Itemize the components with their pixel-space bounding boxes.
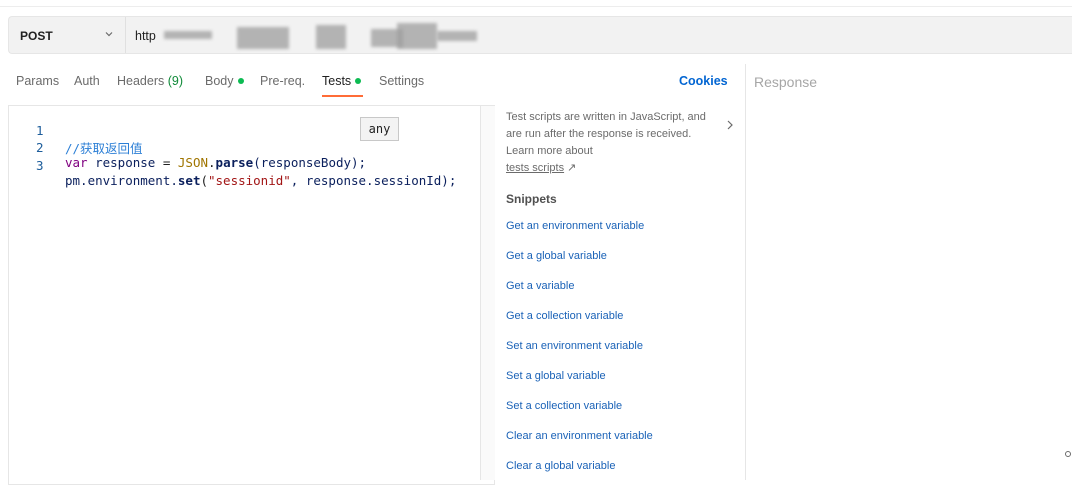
tab-label: Auth	[74, 74, 100, 88]
code-line: 3 pm.environment.set("sessionid", respon…	[0, 143, 456, 188]
tab-headers[interactable]: Headers (9)	[117, 74, 183, 88]
redacted-url	[237, 27, 289, 49]
tab-label: Params	[16, 74, 60, 88]
chevron-down-icon	[105, 32, 113, 37]
redacted-url	[397, 23, 437, 49]
headers-count: (9)	[167, 74, 184, 88]
tab-label: Pre-req.	[260, 74, 306, 88]
tests-scripts-link[interactable]: tests scripts	[506, 162, 564, 174]
line-number: 1	[36, 123, 44, 138]
snippet-link[interactable]: Get a collection variable	[506, 310, 623, 322]
code-line: 1 //获取返回值	[0, 108, 143, 156]
pane-divider[interactable]	[745, 64, 746, 480]
active-tab-indicator	[322, 95, 363, 97]
tab-label: Headers	[117, 74, 165, 88]
method-label: POST	[20, 29, 53, 43]
status-dot	[237, 78, 244, 84]
snippet-link[interactable]: Get a variable	[506, 280, 574, 292]
tab-label: Settings	[379, 74, 425, 88]
chevron-right-icon[interactable]	[726, 120, 734, 130]
line-number: 2	[36, 140, 44, 155]
line-number: 3	[36, 158, 44, 173]
tab-label: Body	[205, 74, 234, 88]
snippet-link[interactable]: Get an environment variable	[506, 220, 644, 232]
tab-body[interactable]: Body	[205, 74, 244, 88]
url-text: http	[135, 29, 156, 43]
tab-label: Tests	[322, 74, 352, 88]
tab-params[interactable]: Params	[16, 74, 59, 88]
editor-scrollbar[interactable]	[480, 106, 495, 480]
snippets-heading: Snippets	[506, 192, 557, 206]
snippet-link[interactable]: Get a global variable	[506, 250, 607, 262]
request-bar: POST http	[8, 16, 1072, 54]
top-divider	[0, 0, 1072, 7]
redacted-url	[164, 31, 212, 39]
response-title: Response	[754, 74, 818, 90]
status-dot	[355, 78, 362, 84]
code-text: var response = JSON.parse(responseBody);	[65, 155, 367, 170]
tab-settings[interactable]: Settings	[379, 74, 424, 88]
tests-help-text: Test scripts are written in JavaScript, …	[506, 109, 706, 177]
redacted-url	[316, 25, 346, 49]
snippet-link[interactable]: Set a global variable	[506, 370, 606, 382]
code-text: pm.environment.set("sessionid", response…	[65, 173, 457, 188]
external-link-icon: ↗	[567, 162, 577, 174]
tab-tests[interactable]: Tests	[322, 74, 362, 88]
code-line: 2 var response = JSON.parse(responseBody…	[0, 125, 366, 170]
method-select[interactable]: POST	[9, 17, 126, 53]
snippet-link[interactable]: Set an environment variable	[506, 340, 643, 352]
help-description: Test scripts are written in JavaScript, …	[506, 111, 706, 157]
snippet-link[interactable]: Clear a global variable	[506, 460, 615, 472]
type-hint-tooltip: any	[360, 117, 399, 141]
circle-icon[interactable]	[1065, 451, 1071, 457]
cookies-link[interactable]: Cookies	[679, 74, 728, 88]
tab-prerequest[interactable]: Pre-req.	[260, 74, 305, 88]
redacted-url	[437, 31, 477, 41]
snippet-link[interactable]: Clear an environment variable	[506, 430, 653, 442]
snippet-link[interactable]: Set a collection variable	[506, 400, 622, 412]
tab-auth[interactable]: Auth	[74, 74, 100, 88]
